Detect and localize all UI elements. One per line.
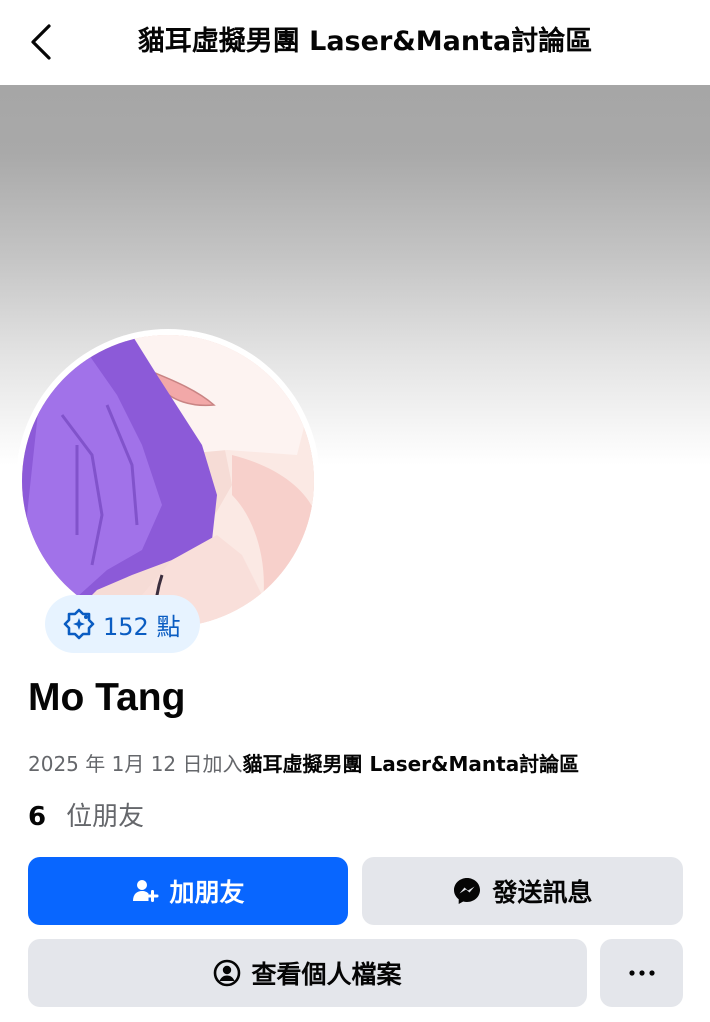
send-message-button[interactable]: 發送訊息 bbox=[362, 857, 683, 925]
back-button[interactable] bbox=[18, 18, 66, 66]
joined-date-text: 2025 年 1月 12 日加入 bbox=[28, 752, 243, 776]
view-profile-button[interactable]: 查看個人檔案 bbox=[28, 939, 587, 1007]
joined-group-link[interactable]: 貓耳虛擬男團 Laser&Manta討論區 bbox=[243, 752, 580, 776]
view-profile-label: 查看個人檔案 bbox=[251, 960, 402, 989]
friends-count[interactable]: 6 位朋友 bbox=[28, 796, 144, 833]
joined-info: 2025 年 1月 12 日加入貓耳虛擬男團 Laser&Manta討論區 bbox=[28, 748, 579, 777]
star-badge-icon bbox=[63, 608, 95, 640]
user-circle-icon bbox=[213, 959, 241, 987]
group-member-profile-page: 貓耳虛擬男團 Laser&Manta討論區 152 點 Mo Tang 2025… bbox=[0, 0, 710, 1022]
avatar-illustration bbox=[22, 335, 314, 627]
more-options-button[interactable] bbox=[600, 939, 683, 1007]
more-dots-icon bbox=[628, 969, 656, 977]
top-nav-bar: 貓耳虛擬男團 Laser&Manta討論區 bbox=[0, 0, 710, 85]
friends-count-number: 6 bbox=[28, 802, 47, 832]
add-person-icon bbox=[131, 877, 159, 905]
send-message-label: 發送訊息 bbox=[492, 878, 593, 907]
add-friend-label: 加朋友 bbox=[169, 878, 245, 907]
friends-count-label: 位朋友 bbox=[66, 802, 145, 832]
avatar[interactable] bbox=[22, 335, 314, 627]
points-badge[interactable]: 152 點 bbox=[45, 595, 200, 653]
add-friend-button[interactable]: 加朋友 bbox=[28, 857, 348, 925]
messenger-icon bbox=[452, 876, 482, 906]
points-label: 152 點 bbox=[103, 612, 181, 641]
chevron-left-icon bbox=[31, 24, 51, 60]
profile-name: Mo Tang bbox=[28, 676, 186, 719]
group-title: 貓耳虛擬男團 Laser&Manta討論區 bbox=[137, 26, 593, 57]
